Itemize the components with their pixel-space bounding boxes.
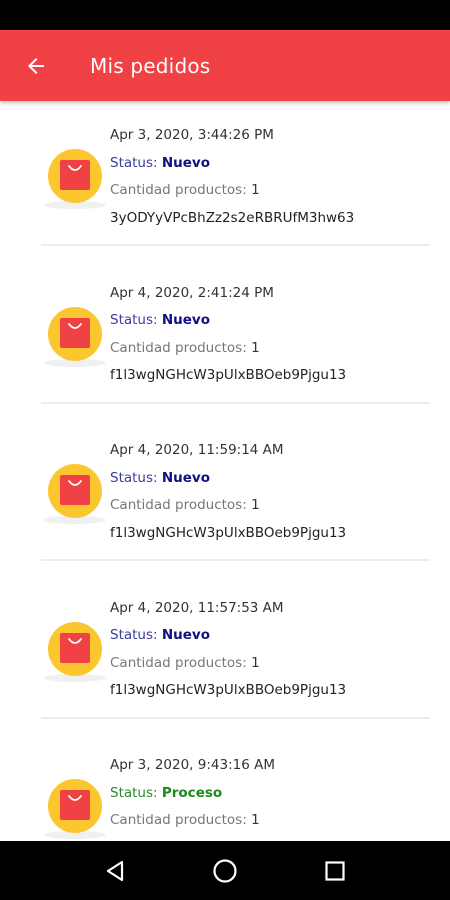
order-id: 3yODYyVPcBhZz2s2eRBRUfM3hw63 — [110, 209, 355, 226]
status-value: Nuevo — [161, 154, 210, 171]
shopping-bag-icon — [60, 632, 90, 663]
order-details: Apr 3, 2020, 9:43:16 AM Status: Proceso Ca… — [110, 755, 275, 841]
nav-home-circle-icon — [213, 858, 237, 883]
order-avatar — [44, 464, 106, 526]
quantity-value: 1 — [251, 812, 260, 828]
status-label: Status: — [110, 154, 162, 171]
status-label: Status: — [110, 627, 162, 643]
orders-list[interactable]: Apr 3, 2020, 3:44:26 PM Status: Nuevo Cant… — [0, 101, 450, 841]
app-bar: Mis pedidos — [0, 30, 450, 101]
quantity-value: 1 — [251, 497, 260, 513]
order-status: Status: Nuevo — [110, 153, 354, 181]
quantity-value: 1 — [251, 339, 260, 356]
status-value: Nuevo — [161, 627, 210, 643]
divider — [41, 244, 430, 246]
order-avatar — [44, 779, 106, 841]
order-quantity: Cantidad productos: 1 — [110, 180, 354, 208]
shopping-bag-icon — [60, 790, 90, 820]
order-date: Apr 4, 2020, 2:41:24 PM — [110, 284, 274, 301]
avatar-circle — [48, 621, 102, 676]
order-details: Apr 3, 2020, 3:44:26 PM Status: Nuevo Cant… — [110, 125, 354, 235]
quantity-label: Cantidad productos: — [110, 654, 252, 671]
order-date: Apr 4, 2020, 11:59:14 AM — [110, 442, 284, 458]
quantity-label: Cantidad productos: — [110, 182, 252, 198]
order-details: Apr 4, 2020, 2:41:24 PM Status: Nuevo Cant… — [110, 283, 346, 393]
quantity-label: Cantidad productos: — [110, 812, 252, 828]
quantity-label: Cantidad productos: — [110, 497, 252, 513]
order-date: Apr 3, 2020, 3:44:26 PM — [110, 127, 274, 143]
arrow-left-icon — [28, 57, 44, 74]
status-value: Nuevo — [161, 469, 210, 486]
order-list-item[interactable]: Apr 3, 2020, 3:44:26 PM Status: Nuevo Cant… — [0, 101, 450, 259]
avatar-circle — [48, 149, 102, 203]
order-status: Status: Proceso — [110, 783, 275, 811]
divider — [41, 559, 430, 561]
shopping-bag-icon — [60, 317, 90, 348]
order-quantity: Cantidad productos: 1 — [110, 653, 346, 681]
order-list-item[interactable]: Apr 4, 2020, 2:41:24 PM Status: Nuevo Cant… — [0, 259, 450, 417]
avatar-circle — [48, 779, 102, 833]
quantity-label: Cantidad productos: — [110, 339, 252, 356]
order-list-item[interactable]: Apr 4, 2020, 11:59:14 AM Status: Nuevo Can… — [0, 416, 450, 574]
order-details: Apr 4, 2020, 11:57:53 AM Status: Nuevo Can… — [110, 598, 346, 708]
status-label: Status: — [110, 469, 162, 486]
status-label: Status: — [110, 784, 162, 801]
order-avatar — [44, 621, 106, 684]
order-quantity: Cantidad productos: 1 — [110, 495, 346, 523]
status-value: Proceso — [161, 784, 223, 801]
shopping-bag-icon — [60, 160, 90, 190]
quantity-value: 1 — [251, 654, 260, 671]
order-list-item[interactable]: Apr 4, 2020, 11:57:53 AM Status: Nuevo Can… — [0, 574, 450, 732]
nav-recents-square-icon — [325, 860, 345, 881]
order-date: Apr 3, 2020, 9:43:16 AM — [110, 757, 275, 773]
nav-home-button[interactable] — [205, 851, 245, 891]
order-id: f1l3wgNGHcW3pUlxBBOeb9Pjgu13 — [110, 524, 347, 541]
order-id: f1l3wgNGHcW3pUlxBBOeb9Pjgu13 — [110, 367, 347, 383]
page-title: Mis pedidos — [90, 53, 211, 78]
order-id: f1l3wgNGHcW3pUlxBBOeb9Pjgu13 — [110, 682, 347, 698]
order-avatar — [44, 306, 106, 369]
order-avatar — [44, 149, 106, 211]
order-details: Apr 4, 2020, 11:59:14 AM Status: Nuevo Can… — [110, 440, 346, 550]
divider — [41, 401, 430, 404]
order-status: Status: Nuevo — [110, 625, 346, 653]
divider — [41, 716, 430, 719]
nav-back-triangle-icon — [106, 860, 124, 881]
order-quantity: Cantidad productos: 1 — [110, 810, 275, 838]
nav-recents-button[interactable] — [315, 851, 355, 891]
quantity-value: 1 — [251, 182, 260, 198]
status-bar — [0, 0, 450, 30]
system-nav-bar — [0, 841, 450, 900]
order-status: Status: Nuevo — [110, 468, 346, 496]
avatar-circle — [48, 464, 102, 518]
order-list-item[interactable]: Apr 3, 2020, 9:43:16 AM Status: Proceso Ca… — [0, 731, 450, 841]
status-label: Status: — [110, 312, 162, 328]
nav-back-button[interactable] — [95, 851, 135, 891]
order-status: Status: Nuevo — [110, 310, 346, 338]
status-value: Nuevo — [161, 312, 210, 328]
order-date: Apr 4, 2020, 11:57:53 AM — [110, 599, 284, 616]
avatar-circle — [48, 306, 102, 361]
shopping-bag-icon — [60, 475, 90, 505]
back-button[interactable] — [21, 51, 51, 81]
order-quantity: Cantidad productos: 1 — [110, 338, 346, 366]
